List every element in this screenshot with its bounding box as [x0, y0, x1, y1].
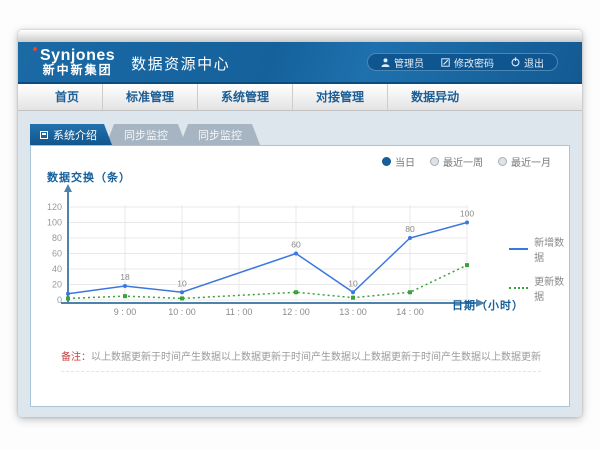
logo-text-en: Synjones — [40, 47, 115, 65]
screen: Synjones 新中新集团 数据资源中心 管理员 修改 — [0, 0, 600, 450]
page-title: 数据资源中心 — [131, 51, 230, 74]
user-menu-button[interactable]: 管理员 — [381, 55, 424, 70]
svg-text:10: 10 — [348, 278, 358, 288]
radio-last-week[interactable]: 最近一周 — [430, 154, 483, 169]
svg-text:12 : 00: 12 : 00 — [282, 307, 310, 317]
legend-item-new-data: 新增数据 — [509, 234, 569, 264]
user-icon — [381, 58, 390, 67]
chart-legend: 新增数据 更新数据 — [509, 234, 569, 303]
svg-text:80: 80 — [52, 233, 62, 243]
footnote-text: 以上数据更新于时间产生数据以上数据更新于时间产生数据以上数据更新于时间产生数据以… — [91, 352, 541, 363]
blue-line-swatch — [509, 248, 528, 250]
tab-sync-monitor-2[interactable]: 同步监控 — [180, 124, 260, 145]
nav-item-connect-mgmt[interactable]: 对接管理 — [292, 84, 387, 110]
edit-icon — [441, 58, 450, 67]
radio-today[interactable]: 当日 — [382, 154, 415, 169]
logo-text-cn: 新中新集团 — [40, 64, 115, 77]
nav-item-data-changes[interactable]: 数据异动 — [387, 84, 482, 110]
svg-text:120: 120 — [47, 202, 62, 212]
chart-panel: 当日 最近一周 最近一月 数据交换（条） 0204060801001209 : … — [30, 145, 570, 407]
tab-bar: 系统介绍 同步监控 同步监控 — [30, 124, 582, 145]
main-nav: 首页 标准管理 系统管理 对接管理 数据异动 — [18, 84, 582, 111]
svg-text:10 : 00: 10 : 00 — [168, 307, 196, 317]
nav-item-home[interactable]: 首页 — [32, 84, 102, 110]
app-window: Synjones 新中新集团 数据资源中心 管理员 修改 — [18, 30, 582, 417]
tab-sync-monitor-1[interactable]: 同步监控 — [106, 124, 186, 145]
svg-text:100: 100 — [47, 218, 62, 228]
svg-text:11 : 00: 11 : 00 — [226, 307, 253, 317]
footnote-label: 备注： — [61, 352, 91, 363]
svg-text:40: 40 — [52, 264, 62, 274]
svg-text:60: 60 — [291, 240, 301, 250]
nav-item-standard-mgmt[interactable]: 标准管理 — [102, 84, 197, 110]
svg-text:9 : 00: 9 : 00 — [114, 307, 137, 317]
logout-button[interactable]: 退出 — [511, 55, 544, 70]
app-header: Synjones 新中新集团 数据资源中心 管理员 修改 — [18, 42, 582, 84]
legend-item-update-data: 更新数据 — [509, 273, 569, 303]
panel-grid-icon — [40, 131, 48, 139]
radio-last-month[interactable]: 最近一月 — [498, 154, 551, 169]
footnote: 备注：以上数据更新于时间产生数据以上数据更新于时间产生数据以上数据更新于时间产生… — [61, 348, 541, 372]
change-password-button[interactable]: 修改密码 — [441, 55, 494, 70]
radio-icon — [382, 157, 391, 166]
svg-text:80: 80 — [405, 224, 415, 234]
svg-text:10: 10 — [177, 278, 187, 288]
svg-text:20: 20 — [52, 280, 62, 290]
svg-text:13 : 00: 13 : 00 — [339, 307, 367, 317]
user-name: 管理员 — [394, 55, 424, 70]
logo-red-dot — [33, 47, 37, 51]
svg-text:100: 100 — [460, 209, 474, 219]
svg-text:60: 60 — [52, 249, 62, 259]
content-area: 系统介绍 同步监控 同步监控 当日 最近一周 — [18, 124, 582, 417]
power-icon — [511, 57, 520, 67]
svg-text:14 : 00: 14 : 00 — [396, 307, 424, 317]
nav-item-system-mgmt[interactable]: 系统管理 — [197, 84, 292, 110]
radio-icon — [430, 157, 439, 166]
user-pill: 管理员 修改密码 退出 — [367, 53, 558, 71]
green-dotted-swatch — [509, 287, 528, 289]
radio-icon — [498, 157, 507, 166]
range-filter-group: 当日 最近一周 最近一月 — [382, 154, 551, 169]
svg-text:18: 18 — [120, 272, 130, 282]
tab-system-intro[interactable]: 系统介绍 — [30, 124, 112, 145]
window-top-edge — [18, 30, 582, 42]
logo: Synjones 新中新集团 — [40, 47, 115, 78]
